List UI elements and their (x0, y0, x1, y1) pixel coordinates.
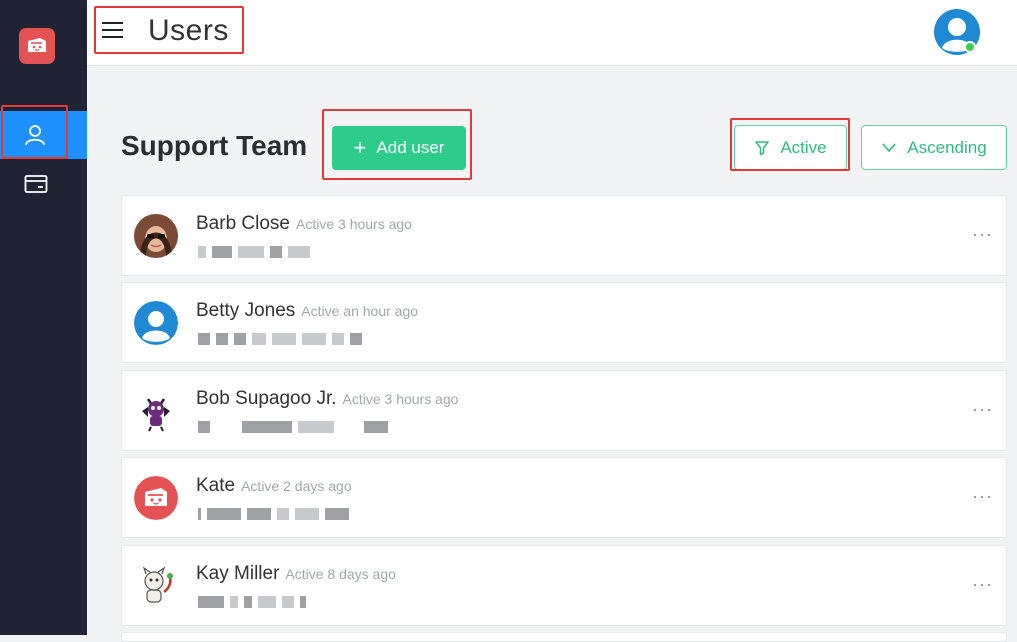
list-item[interactable] (121, 632, 1007, 642)
user-status: Active 2 days ago (241, 478, 352, 494)
filter-icon (755, 140, 770, 155)
add-user-button[interactable]: + Add user (332, 126, 466, 170)
user-email-redacted (198, 246, 310, 258)
more-options-icon[interactable]: ··· (972, 486, 993, 507)
avatar (134, 301, 178, 345)
more-options-icon[interactable]: ··· (972, 399, 993, 420)
list-item[interactable]: Barb Close Active 3 hours ago ··· (121, 195, 1007, 276)
more-options-icon[interactable]: ··· (972, 224, 993, 245)
plus-icon: + (353, 135, 367, 160)
list-item[interactable]: Kate Active 2 days ago ··· (121, 457, 1007, 538)
user-name: Bob Supagoo Jr. (196, 388, 337, 409)
user-name: Barb Close (196, 213, 290, 234)
user-name: Kate (196, 475, 236, 496)
hamburger-menu-icon[interactable] (102, 22, 126, 42)
top-bar: Users (87, 0, 1017, 66)
user-name: Kay Miller (196, 563, 280, 584)
avatar (134, 389, 178, 433)
user-email-redacted (198, 421, 388, 433)
active-filter-button[interactable]: Active (734, 125, 847, 170)
app-logo-icon[interactable] (19, 28, 55, 64)
avatar (134, 214, 178, 258)
list-item[interactable]: Betty Jones Active an hour ago (121, 282, 1007, 363)
user-icon (25, 125, 45, 146)
page-title: Users (148, 14, 229, 47)
online-status-indicator (964, 41, 976, 53)
user-status: Active 3 hours ago (296, 216, 412, 232)
avatar (134, 476, 178, 520)
list-item[interactable]: Kay Miller Active 8 days ago ··· (121, 545, 1007, 626)
user-email-redacted (198, 508, 349, 520)
sidebar (0, 0, 87, 635)
sort-order-button[interactable]: Ascending (861, 125, 1007, 170)
list-item[interactable]: Bob Supagoo Jr. Active 3 hours ago ··· (121, 370, 1007, 451)
user-status: Active 8 days ago (285, 566, 396, 582)
sidebar-item-users[interactable] (0, 111, 87, 159)
team-title: Support Team (121, 130, 308, 161)
user-email-redacted (198, 333, 362, 345)
user-email-redacted (198, 596, 306, 608)
chevron-down-icon (882, 142, 896, 152)
user-status: Active 3 hours ago (342, 391, 459, 407)
card-icon (24, 175, 48, 193)
user-name: Betty Jones (196, 300, 296, 321)
more-options-icon[interactable]: ··· (972, 574, 993, 595)
avatar (134, 564, 178, 608)
user-status: Active an hour ago (301, 303, 419, 319)
sidebar-item-billing[interactable] (0, 160, 87, 208)
